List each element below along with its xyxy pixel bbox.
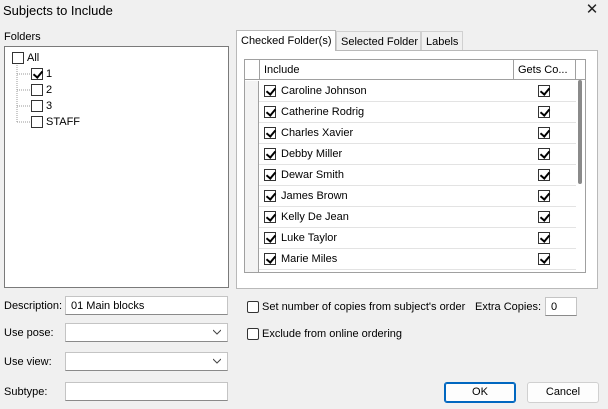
ok-button[interactable]: OK: [444, 382, 516, 403]
include-checkbox[interactable]: [264, 232, 276, 244]
gets-copies-checkbox[interactable]: [538, 127, 550, 139]
subject-name: Luke Taylor: [281, 232, 338, 244]
table-row[interactable]: Marie Miles: [245, 249, 585, 270]
gets-copies-checkbox[interactable]: [538, 211, 550, 223]
exclude-online-checkbox[interactable]: [247, 328, 259, 340]
grid-header: Include Gets Co...: [245, 60, 585, 80]
include-checkbox[interactable]: [264, 85, 276, 97]
folder-staff-label[interactable]: STAFF: [46, 116, 80, 128]
subtype-label: Subtype:: [4, 386, 48, 398]
row-selector[interactable]: [245, 249, 259, 270]
row-selector[interactable]: [245, 186, 259, 207]
subject-name: Dewar Smith: [281, 169, 344, 181]
table-row[interactable]: Kelly De Jean: [245, 207, 585, 228]
folder-all-checkbox[interactable]: [12, 52, 24, 64]
row-selector[interactable]: [245, 165, 259, 186]
row-selector[interactable]: [245, 228, 259, 249]
tab-labels[interactable]: Labels: [421, 31, 463, 51]
gets-copies-checkbox[interactable]: [538, 148, 550, 160]
subject-name: Charles Xavier: [281, 127, 354, 139]
gets-copies-checkbox[interactable]: [538, 190, 550, 202]
include-checkbox[interactable]: [264, 211, 276, 223]
close-icon[interactable]: ✕: [580, 1, 604, 19]
subject-name: Marie Miles: [281, 253, 338, 265]
table-row[interactable]: Catherine Rodrig: [245, 102, 585, 123]
row-selector[interactable]: [245, 144, 259, 165]
subject-name: Catherine Rodrig: [281, 106, 365, 118]
use-pose-label: Use pose:: [4, 327, 54, 339]
subject-name: Caroline Johnson: [281, 85, 367, 97]
set-copies-checkbox[interactable]: [247, 301, 259, 313]
column-gets-copies[interactable]: Gets Co...: [514, 60, 576, 80]
row-selector[interactable]: [245, 102, 259, 123]
extra-copies-label: Extra Copies:: [475, 301, 542, 313]
table-row[interactable]: Luke Taylor: [245, 228, 585, 249]
folder-3-label[interactable]: 3: [46, 100, 52, 112]
table-row[interactable]: Caroline Johnson: [245, 81, 585, 102]
folder-3-checkbox[interactable]: [31, 100, 43, 112]
folder-1-checkbox[interactable]: [31, 68, 43, 80]
gets-copies-checkbox[interactable]: [538, 169, 550, 181]
cancel-button[interactable]: Cancel: [527, 382, 599, 403]
scrollbar-thumb[interactable]: [578, 80, 582, 184]
table-row[interactable]: Dewar Smith: [245, 165, 585, 186]
table-row[interactable]: Debby Miller: [245, 144, 585, 165]
window-title: Subjects to Include: [3, 3, 113, 18]
gets-copies-checkbox[interactable]: [538, 106, 550, 118]
include-checkbox[interactable]: [264, 148, 276, 160]
folder-1-label[interactable]: 1: [46, 68, 52, 80]
include-checkbox[interactable]: [264, 190, 276, 202]
exclude-online-label[interactable]: Exclude from online ordering: [262, 328, 402, 340]
chevron-down-icon: [213, 358, 221, 364]
grid-corner: [245, 60, 260, 80]
table-row[interactable]: [245, 269, 585, 272]
subject-name: Debby Miller: [281, 148, 343, 160]
subject-name: Kelly De Jean: [281, 211, 349, 223]
use-pose-select[interactable]: [65, 323, 228, 342]
grid-scrollbar[interactable]: [576, 80, 585, 272]
tree-lines: [16, 65, 31, 123]
row-selector[interactable]: [245, 207, 259, 228]
include-checkbox[interactable]: [264, 106, 276, 118]
description-input[interactable]: 01 Main blocks: [65, 296, 228, 315]
gets-copies-checkbox[interactable]: [538, 253, 550, 265]
chevron-down-icon: [213, 329, 221, 335]
gets-copies-checkbox[interactable]: [538, 85, 550, 97]
set-copies-label[interactable]: Set number of copies from subject's orde…: [262, 301, 465, 313]
subtype-input[interactable]: [65, 382, 228, 401]
column-include[interactable]: Include: [260, 60, 514, 80]
gets-copies-checkbox[interactable]: [538, 232, 550, 244]
include-checkbox[interactable]: [264, 253, 276, 265]
table-row[interactable]: Charles Xavier: [245, 123, 585, 144]
description-label: Description:: [4, 300, 63, 312]
subjects-grid[interactable]: Include Gets Co... Caroline Johnson Cathe…: [244, 59, 586, 273]
row-selector[interactable]: [245, 269, 259, 272]
table-row[interactable]: James Brown: [245, 186, 585, 207]
folder-tree[interactable]: All 1 2 3 STAFF: [4, 46, 229, 288]
use-view-label: Use view:: [4, 356, 52, 368]
tab-checked-folders[interactable]: Checked Folder(s): [236, 30, 336, 51]
folder-staff-checkbox[interactable]: [31, 116, 43, 128]
include-checkbox[interactable]: [264, 169, 276, 181]
folder-2-label[interactable]: 2: [46, 84, 52, 96]
row-selector[interactable]: [245, 81, 259, 102]
row-selector[interactable]: [245, 123, 259, 144]
include-checkbox[interactable]: [264, 127, 276, 139]
extra-copies-input[interactable]: 0: [545, 297, 577, 316]
subject-name: James Brown: [281, 190, 348, 202]
use-view-select[interactable]: [65, 352, 228, 371]
folder-all-label[interactable]: All: [27, 52, 39, 64]
folders-label: Folders: [4, 31, 41, 43]
tab-selected-folder[interactable]: Selected Folder: [336, 31, 421, 51]
folder-2-checkbox[interactable]: [31, 84, 43, 96]
